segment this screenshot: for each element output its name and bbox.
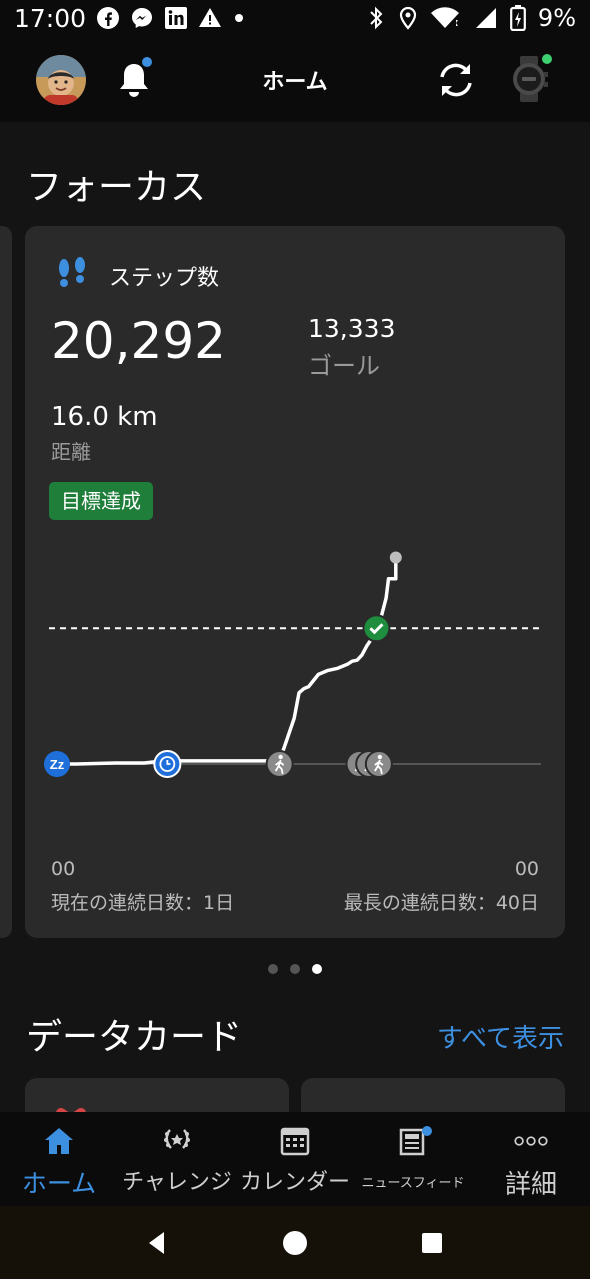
- main-content[interactable]: フォーカス ステップ数 20,292 13,333 ゴール 16.0 km 距離…: [0, 122, 590, 1112]
- nav-newsfeed-label: ニュースフィード: [361, 1176, 465, 1191]
- warning-icon: [198, 6, 222, 30]
- sleep-icon-glyph: Zz: [50, 757, 65, 772]
- signal-icon: [472, 6, 498, 30]
- calendar-icon: [278, 1124, 312, 1158]
- dot-icon: [232, 11, 246, 25]
- distance-value: 16.0 km: [51, 402, 158, 432]
- nav-more[interactable]: 詳細: [472, 1112, 590, 1206]
- wifi-icon: [430, 6, 460, 30]
- nav-calendar[interactable]: カレンダー: [236, 1112, 354, 1206]
- goal-label: ゴール: [308, 352, 380, 380]
- system-navigation: [0, 1206, 590, 1279]
- messenger-icon: [130, 6, 154, 30]
- device-connected-dot: [542, 54, 552, 64]
- device-button[interactable]: [508, 54, 552, 104]
- home-icon: [42, 1124, 76, 1158]
- see-all-link[interactable]: すべて表示: [437, 1018, 564, 1055]
- location-icon: [398, 6, 418, 30]
- pager-dot[interactable]: [290, 964, 300, 974]
- nav-challenges[interactable]: チャレンジ: [118, 1112, 236, 1206]
- data-cards-title: データカード: [26, 1017, 243, 1058]
- nav-calendar-label: カレンダー: [239, 1170, 350, 1195]
- axis-start-label: 00: [51, 858, 76, 880]
- axis-end-label: 00: [514, 858, 539, 880]
- steps-chart: Zz: [44, 551, 541, 778]
- data-card[interactable]: [25, 1078, 289, 1112]
- walk-icon-head: [278, 754, 283, 760]
- longest-streak: 最長の連続日数：40日: [343, 892, 539, 914]
- facebook-icon: [96, 6, 120, 30]
- nav-challenges-label: チャレンジ: [122, 1170, 232, 1195]
- nav-home[interactable]: ホーム: [0, 1112, 118, 1206]
- data-card[interactable]: [301, 1078, 565, 1112]
- app-header: ホーム: [0, 36, 590, 122]
- previous-card-edge[interactable]: [0, 226, 12, 938]
- sync-icon: [440, 63, 472, 97]
- linkedin-icon: [164, 6, 188, 30]
- recents-icon[interactable]: [418, 1229, 446, 1257]
- status-bar: 17:00 9%: [0, 0, 590, 36]
- pager-dot[interactable]: [268, 964, 278, 974]
- status-time: 17:00: [14, 3, 87, 33]
- walk-icon-head: [377, 754, 383, 760]
- page-title: ホーム: [262, 70, 328, 95]
- focus-section-title: フォーカス: [26, 167, 207, 208]
- current-streak: 現在の連続日数：1日: [51, 892, 235, 914]
- newsfeed-icon: [396, 1124, 432, 1158]
- current-steps-point: [389, 551, 402, 564]
- home-circle-icon[interactable]: [281, 1229, 309, 1257]
- newsfeed-badge: [422, 1126, 432, 1136]
- battery-percent: 9%: [537, 4, 576, 32]
- nav-more-label: 詳細: [504, 1170, 557, 1200]
- battery-charging-icon: [510, 5, 526, 31]
- steps-count: 20,292: [51, 312, 226, 370]
- goal-value: 13,333: [308, 314, 396, 343]
- pager-dot-active[interactable]: [312, 964, 322, 974]
- nav-newsfeed[interactable]: ニュースフィード: [354, 1112, 472, 1206]
- back-icon[interactable]: [144, 1229, 172, 1257]
- steps-card[interactable]: ステップ数 20,292 13,333 ゴール 16.0 km 距離 目標達成 …: [25, 226, 565, 938]
- footsteps-icon: [59, 257, 85, 287]
- carousel-pager: [0, 964, 590, 974]
- goal-achieved-badge: 目標達成: [49, 482, 153, 520]
- steps-line: [57, 557, 398, 766]
- steps-card-title: ステップ数: [109, 266, 220, 291]
- bluetooth-icon: [366, 6, 386, 30]
- more-icon: [514, 1124, 548, 1158]
- nav-home-label: ホーム: [21, 1169, 97, 1198]
- distance-label: 距離: [51, 440, 91, 464]
- bottom-navigation: ホーム チャレンジ カレンダー ニュースフィード 詳細: [0, 1112, 590, 1206]
- laurel-icon: [160, 1124, 194, 1158]
- sync-button[interactable]: [434, 58, 478, 102]
